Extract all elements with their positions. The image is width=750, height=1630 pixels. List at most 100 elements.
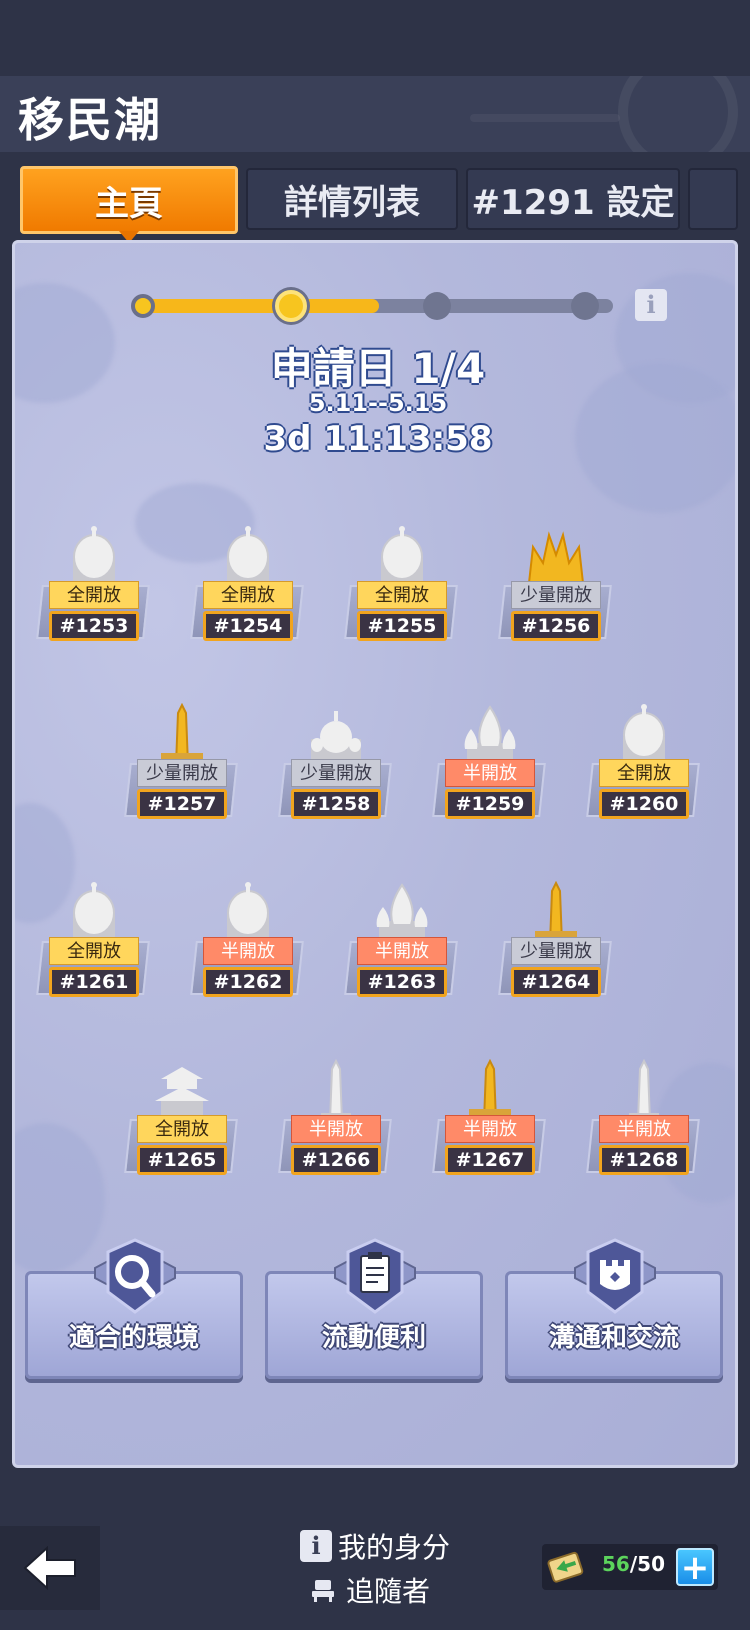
server-status-badge: 半開放 bbox=[357, 937, 447, 965]
server-id-label: #1263 bbox=[357, 967, 447, 997]
server-id-label: #1255 bbox=[357, 611, 447, 641]
server-status-badge: 全開放 bbox=[599, 759, 689, 787]
tab-bar: 主頁 詳情列表 #1291 設定 bbox=[0, 160, 750, 243]
phase-node-4 bbox=[571, 292, 599, 320]
tab-server-settings[interactable]: #1291 設定 bbox=[466, 168, 680, 230]
server-status-badge: 全開放 bbox=[49, 937, 139, 965]
obelisk-building-icon bbox=[305, 1058, 367, 1123]
onion-building-icon bbox=[459, 703, 521, 767]
phase-progress-fill bbox=[145, 299, 379, 313]
tab-home[interactable]: 主頁 bbox=[20, 166, 238, 243]
server-tile[interactable]: 少量開放 #1264 bbox=[498, 880, 612, 1007]
server-tile[interactable]: 少量開放 #1258 bbox=[278, 703, 392, 829]
suitable-environment-button[interactable]: 適合的環境 bbox=[25, 1238, 243, 1379]
header-emblem-icon bbox=[618, 76, 738, 152]
server-tile[interactable]: 全開放 #1255 bbox=[344, 525, 458, 651]
phase-dates: 5.11--5.15 bbox=[308, 389, 448, 417]
server-status-badge: 全開放 bbox=[49, 581, 139, 609]
castle-icon bbox=[574, 1238, 656, 1314]
main-panel: i 申請日 1/4 5.11--5.15 3d 11:13:58 全開放 #125… bbox=[12, 240, 738, 1468]
server-status-badge: 少量開放 bbox=[511, 937, 601, 965]
server-tile[interactable]: 半開放 #1266 bbox=[278, 1058, 392, 1185]
phase-countdown: 3d 11:13:58 bbox=[263, 419, 493, 459]
server-tile[interactable]: 半開放 #1262 bbox=[190, 881, 304, 1007]
server-tile[interactable]: 全開放 #1260 bbox=[586, 703, 700, 829]
dome-building-icon bbox=[63, 525, 125, 589]
magnifier-icon bbox=[94, 1238, 176, 1314]
role-label: 追隨者 bbox=[346, 1575, 431, 1608]
ticket-counter: 56/50 + bbox=[542, 1544, 718, 1590]
server-status-badge: 少量開放 bbox=[511, 581, 601, 609]
mobility-button[interactable]: 流動便利 bbox=[265, 1238, 483, 1379]
phase-node-2 bbox=[275, 290, 307, 322]
dome-building-icon bbox=[217, 881, 279, 945]
status-bar bbox=[0, 0, 750, 76]
server-id-label: #1254 bbox=[203, 611, 293, 641]
identity-label: 我的身分 bbox=[338, 1531, 451, 1564]
server-id-label: #1256 bbox=[511, 611, 601, 641]
obelisk-gold-building-icon bbox=[459, 1058, 521, 1123]
server-id-label: #1266 bbox=[291, 1145, 381, 1175]
dome-building-icon bbox=[63, 881, 125, 945]
server-id-label: #1257 bbox=[137, 789, 227, 819]
server-id-label: #1261 bbox=[49, 967, 139, 997]
server-id-label: #1253 bbox=[49, 611, 139, 641]
server-status-badge: 全開放 bbox=[203, 581, 293, 609]
server-id-label: #1265 bbox=[137, 1145, 227, 1175]
server-tile[interactable]: 少量開放 #1256 bbox=[498, 525, 612, 651]
server-status-badge: 全開放 bbox=[357, 581, 447, 609]
server-status-badge: 全開放 bbox=[137, 1115, 227, 1143]
crown-building-icon bbox=[525, 525, 587, 589]
communication-button[interactable]: 溝通和交流 bbox=[505, 1238, 723, 1379]
back-arrow-icon bbox=[23, 1546, 76, 1590]
server-tile[interactable]: 半開放 #1268 bbox=[586, 1058, 700, 1185]
tab-more[interactable] bbox=[688, 168, 738, 230]
server-status-badge: 少量開放 bbox=[291, 759, 381, 787]
server-status-badge: 半開放 bbox=[203, 937, 293, 965]
phase-node-3 bbox=[423, 292, 451, 320]
server-tile[interactable]: 全開放 #1254 bbox=[190, 525, 304, 651]
server-tile[interactable]: 半開放 #1263 bbox=[344, 881, 458, 1007]
server-status-badge: 半開放 bbox=[599, 1115, 689, 1143]
server-tile[interactable]: 半開放 #1267 bbox=[432, 1058, 546, 1185]
dome-building-icon bbox=[371, 525, 433, 589]
my-identity-link[interactable]: i 我的身分 bbox=[300, 1526, 450, 1566]
header: 移民潮 bbox=[0, 76, 750, 152]
server-id-label: #1259 bbox=[445, 789, 535, 819]
action-label: 溝通和交流 bbox=[548, 1323, 679, 1353]
info-button[interactable]: i bbox=[635, 289, 667, 321]
back-button[interactable] bbox=[0, 1526, 100, 1610]
server-id-label: #1268 bbox=[599, 1145, 689, 1175]
server-status-badge: 少量開放 bbox=[137, 759, 227, 787]
dome-building-icon bbox=[217, 525, 279, 589]
server-id-label: #1262 bbox=[203, 967, 293, 997]
server-status-badge: 半開放 bbox=[291, 1115, 381, 1143]
phase-title: 申請日 1/4 bbox=[270, 344, 486, 393]
role-display: 追隨者 bbox=[310, 1570, 430, 1610]
server-id-label: #1258 bbox=[291, 789, 381, 819]
server-id-label: #1264 bbox=[511, 967, 601, 997]
action-label: 適合的環境 bbox=[68, 1323, 199, 1353]
info-icon: i bbox=[300, 1530, 332, 1562]
obelisk-building-icon bbox=[613, 1058, 675, 1123]
phase-node-1 bbox=[131, 294, 155, 318]
server-tile[interactable]: 全開放 #1261 bbox=[36, 881, 150, 1007]
onion-building-icon bbox=[371, 881, 433, 945]
server-id-label: #1267 bbox=[445, 1145, 535, 1175]
ticket-icon bbox=[547, 1551, 584, 1583]
obelisk-gold-building-icon bbox=[151, 702, 213, 767]
add-ticket-button[interactable]: + bbox=[676, 1548, 714, 1586]
server-tile[interactable]: 半開放 #1259 bbox=[432, 703, 546, 829]
server-status-badge: 半開放 bbox=[445, 1115, 535, 1143]
clipboard-icon bbox=[334, 1238, 416, 1314]
tab-details-list[interactable]: 詳情列表 bbox=[246, 168, 458, 230]
server-tile[interactable]: 少量開放 #1257 bbox=[124, 702, 238, 829]
server-tile[interactable]: 全開放 #1265 bbox=[124, 1059, 238, 1185]
pagoda-building-icon bbox=[151, 1059, 213, 1123]
chair-icon bbox=[312, 1580, 334, 1602]
server-status-badge: 半開放 bbox=[445, 759, 535, 787]
server-tile[interactable]: 全開放 #1253 bbox=[36, 525, 150, 651]
ticket-count: 56/50 bbox=[602, 1552, 665, 1576]
obelisk-gold-building-icon bbox=[525, 880, 587, 945]
header-decor-stripe bbox=[470, 114, 620, 122]
